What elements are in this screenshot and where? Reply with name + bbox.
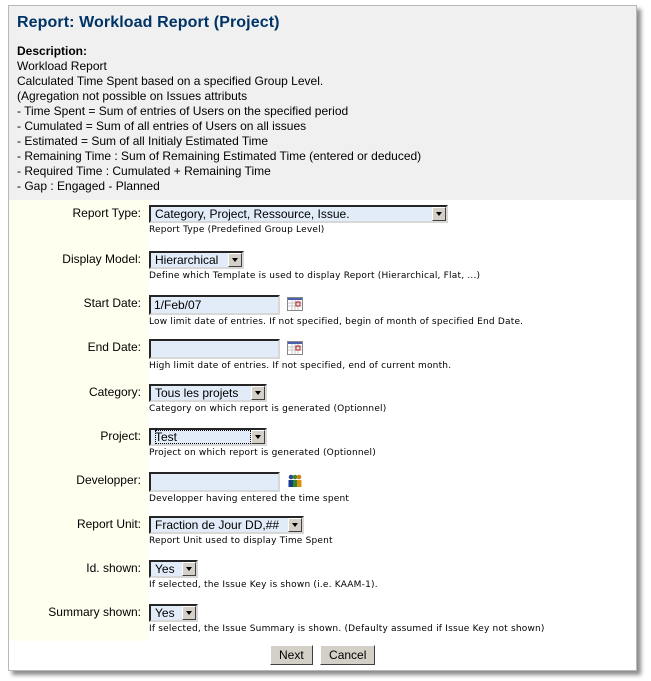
chevron-down-icon[interactable]	[182, 606, 196, 620]
description-line: Calculated Time Spent based on a specifi…	[17, 74, 324, 88]
chevron-down-icon[interactable]	[432, 207, 446, 221]
report-type-select[interactable]: Category, Project, Ressource, Issue.	[149, 205, 448, 223]
description-line: - Time Spent = Sum of entries of Users o…	[17, 104, 349, 118]
next-button[interactable]: Next	[270, 645, 313, 665]
id-shown-select[interactable]: Yes	[149, 560, 198, 578]
end-date-row: End Date: High limit date of entries. If…	[9, 334, 636, 379]
chevron-down-icon[interactable]	[182, 562, 196, 576]
category-value: Tous les projets	[155, 386, 239, 400]
form-actions: Next Cancel	[268, 641, 636, 665]
cancel-button[interactable]: Cancel	[320, 645, 376, 665]
start-date-row: Start Date: 1/Feb/07 Low limit date of e…	[9, 290, 636, 334]
summary-shown-label: Summary shown:	[9, 599, 149, 641]
report-unit-select[interactable]: Fraction de Jour DD,##	[149, 516, 304, 534]
report-unit-hint: Report Unit used to display Time Spent	[149, 536, 333, 546]
category-hint: Category on which report is generated (O…	[149, 404, 387, 414]
id-shown-value: Yes	[155, 562, 175, 576]
chevron-down-icon[interactable]	[251, 430, 265, 444]
report-header: Report: Workload Report (Project) Descri…	[9, 6, 636, 200]
start-date-label: Start Date:	[9, 290, 149, 334]
end-date-input[interactable]	[149, 339, 280, 359]
start-date-input[interactable]: 1/Feb/07	[149, 295, 280, 315]
description-line: - Cumulated = Sum of all entries of User…	[17, 119, 307, 133]
project-select[interactable]: Test	[149, 428, 267, 446]
category-select[interactable]: Tous les projets	[149, 384, 267, 402]
display-model-row: Display Model: Hierarchical Define which…	[9, 246, 636, 290]
id-shown-label: Id. shown:	[9, 555, 149, 599]
summary-shown-row: Summary shown: Yes If selected, the Issu…	[9, 599, 636, 641]
project-label: Project:	[9, 423, 149, 467]
summary-shown-select[interactable]: Yes	[149, 604, 198, 622]
calendar-icon[interactable]	[287, 340, 304, 358]
description-label: Description:	[17, 44, 88, 58]
developper-label: Developper:	[9, 467, 149, 511]
id-shown-row: Id. shown: Yes If selected, the Issue Ke…	[9, 555, 636, 599]
developper-row: Developper: Developper having entered th…	[9, 467, 636, 511]
report-panel: Report: Workload Report (Project) Descri…	[8, 5, 637, 671]
description-line: - Remaining Time : Sum of Remaining Esti…	[17, 149, 422, 163]
user-picker-icon[interactable]	[287, 474, 303, 491]
end-date-hint: High limit date of entries. If not speci…	[149, 361, 452, 371]
display-model-label: Display Model:	[9, 246, 149, 290]
description-line: - Gap : Engaged - Planned	[17, 179, 160, 193]
page-title: Report: Workload Report (Project)	[17, 14, 280, 31]
calendar-icon[interactable]	[287, 296, 304, 314]
summary-shown-hint: If selected, the Issue Summary is shown.…	[149, 624, 545, 634]
display-model-select[interactable]: Hierarchical	[149, 251, 244, 269]
chevron-down-icon[interactable]	[288, 518, 302, 532]
chevron-down-icon[interactable]	[228, 253, 242, 267]
summary-shown-value: Yes	[155, 606, 175, 620]
category-row: Category: Tous les projets Category on w…	[9, 379, 636, 423]
project-row: Project: Test Project on which report is…	[9, 423, 636, 467]
project-hint: Project on which report is generated (Op…	[149, 448, 376, 458]
report-type-label: Report Type:	[9, 200, 149, 246]
description-line: - Estimated = Sum of all Initialy Estima…	[17, 134, 269, 148]
project-value: Test	[155, 430, 251, 444]
report-type-row: Report Type: Category, Project, Ressourc…	[9, 200, 636, 246]
id-shown-hint: If selected, the Issue Key is shown (i.e…	[149, 580, 378, 590]
description-line: - Required Time : Cumulated + Remaining …	[17, 164, 271, 178]
description-line: (Agregation not possible on Issues attri…	[17, 89, 248, 103]
description-line: Workload Report	[17, 59, 107, 73]
display-model-hint: Define which Template is used to display…	[149, 271, 481, 281]
developper-input[interactable]	[149, 472, 280, 492]
report-unit-row: Report Unit: Fraction de Jour DD,## Repo…	[9, 511, 636, 555]
display-model-value: Hierarchical	[155, 253, 219, 267]
report-unit-value: Fraction de Jour DD,##	[155, 518, 280, 532]
developper-hint: Developper having entered the time spent	[149, 494, 350, 504]
category-label: Category:	[9, 379, 149, 423]
report-type-value: Category, Project, Ressource, Issue.	[155, 207, 350, 221]
report-unit-label: Report Unit:	[9, 511, 149, 555]
start-date-hint: Low limit date of entries. If not specif…	[149, 317, 524, 327]
end-date-label: End Date:	[9, 334, 149, 379]
chevron-down-icon[interactable]	[251, 386, 265, 400]
report-type-hint: Report Type (Predefined Group Level)	[149, 225, 325, 235]
report-form: Report Type: Category, Project, Ressourc…	[9, 200, 636, 665]
